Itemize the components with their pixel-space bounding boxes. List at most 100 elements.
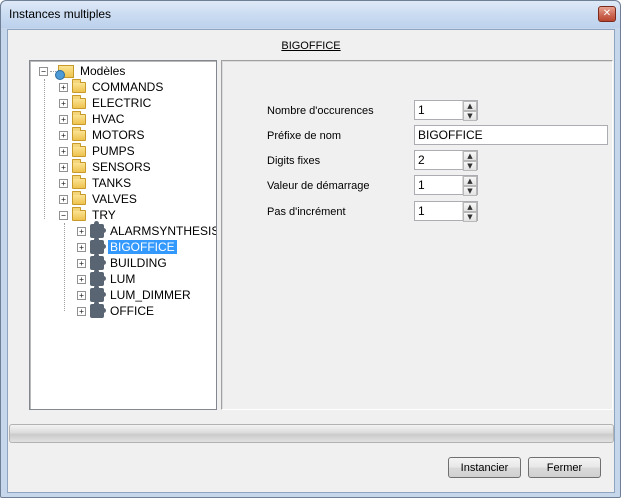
expand-icon[interactable]: + xyxy=(59,114,68,124)
tree-node-root[interactable]: − Modèles xyxy=(39,63,127,80)
tree-node-folder[interactable]: + PUMPS xyxy=(59,142,137,159)
folder-icon xyxy=(72,158,86,173)
expand-icon[interactable]: + xyxy=(59,130,68,140)
collapse-icon[interactable]: − xyxy=(59,210,68,220)
folder-icon xyxy=(72,142,86,157)
folder-icon xyxy=(72,174,86,189)
folder-icon xyxy=(72,126,86,141)
tree-node-folder[interactable]: + TANKS xyxy=(59,174,133,191)
tree-node-label: TANKS xyxy=(92,176,132,190)
tree-node-label: LUM_DIMMER xyxy=(110,288,191,302)
close-button[interactable]: Fermer xyxy=(528,457,601,478)
occurrences-value[interactable]: 1 xyxy=(415,103,462,117)
spin-buttons: ▲ ▼ xyxy=(462,176,477,196)
spin-down-icon[interactable]: ▼ xyxy=(463,186,477,196)
expand-icon[interactable]: + xyxy=(77,290,86,300)
spin-up-icon[interactable]: ▲ xyxy=(463,202,477,212)
tree-node-folder[interactable]: + ELECTRIC xyxy=(59,94,153,111)
expand-icon[interactable]: + xyxy=(77,306,86,316)
start-value[interactable]: 1 xyxy=(415,178,462,192)
expand-icon[interactable]: + xyxy=(77,258,86,268)
expand-icon[interactable]: + xyxy=(59,162,68,172)
tree-node-label: BUILDING xyxy=(110,256,167,270)
digits-stepper[interactable]: 2 ▲ ▼ xyxy=(414,150,478,171)
instantiate-button[interactable]: Instancier xyxy=(448,457,521,478)
start-value-label: Valeur de démarrage xyxy=(267,180,370,192)
tree-node-label: ELECTRIC xyxy=(92,96,152,110)
tree-node-label-selected: BIGOFFICE xyxy=(108,240,177,254)
tree-connector xyxy=(64,223,65,311)
tree-node-label: VALVES xyxy=(92,192,137,206)
start-value-stepper[interactable]: 1 ▲ ▼ xyxy=(414,175,478,196)
puzzle-icon xyxy=(90,237,106,254)
occurrences-stepper[interactable]: 1 ▲ ▼ xyxy=(414,100,478,121)
title-bar[interactable]: Instances multiples ✕ xyxy=(1,1,620,28)
step-value[interactable]: 1 xyxy=(415,204,462,218)
occurrences-label: Nombre d'occurences xyxy=(267,105,374,117)
tree-node-folder[interactable]: + SENSORS xyxy=(59,158,153,175)
tree-node-label: SENSORS xyxy=(92,160,151,174)
progress-bar xyxy=(9,424,614,443)
spin-down-icon[interactable]: ▼ xyxy=(463,111,477,121)
folder-icon xyxy=(72,94,86,109)
tree-connector xyxy=(44,79,45,219)
step-stepper[interactable]: 1 ▲ ▼ xyxy=(414,201,478,222)
spin-up-icon[interactable]: ▲ xyxy=(463,176,477,186)
selected-model-title: BIGOFFICE xyxy=(281,40,341,52)
close-icon[interactable]: ✕ xyxy=(598,6,616,22)
expand-icon[interactable]: + xyxy=(77,242,86,252)
step-label: Pas d'incrément xyxy=(267,206,346,218)
expand-icon[interactable]: + xyxy=(77,226,86,236)
tree-node-model[interactable]: + BUILDING xyxy=(77,253,169,271)
tree-node-folder[interactable]: + HVAC xyxy=(59,110,126,127)
tree-node-label: ALARMSYNTHESIS xyxy=(110,224,217,238)
digits-value[interactable]: 2 xyxy=(415,153,462,167)
puzzle-icon xyxy=(90,285,106,302)
prefix-input[interactable]: BIGOFFICE xyxy=(414,125,608,145)
properties-panel: Nombre d'occurences 1 ▲ ▼ Préfixe de nom… xyxy=(221,60,613,410)
tree-node-model[interactable]: + BIGOFFICE xyxy=(77,237,177,255)
tree-node-folder[interactable]: + MOTORS xyxy=(59,126,146,143)
spin-buttons: ▲ ▼ xyxy=(462,151,477,171)
tree-node-label: PUMPS xyxy=(92,144,135,158)
expand-icon[interactable]: + xyxy=(59,194,68,204)
puzzle-icon xyxy=(90,301,106,318)
prefix-label: Préfixe de nom xyxy=(267,130,341,142)
tree-node-folder[interactable]: − TRY xyxy=(59,206,118,223)
tree-node-label: TRY xyxy=(92,208,116,222)
puzzle-icon xyxy=(90,269,106,286)
dialog-client-area: BIGOFFICE − Modèles + COMMANDS + ELECTRI… xyxy=(7,29,615,493)
dialog-window: Instances multiples ✕ BIGOFFICE − Modèle… xyxy=(0,0,621,498)
tree-node-folder[interactable]: + COMMANDS xyxy=(59,78,165,95)
tree-node-label: LUM xyxy=(110,272,136,286)
expand-icon[interactable]: + xyxy=(59,82,68,92)
tree-node-label: MOTORS xyxy=(92,128,145,142)
tree-node-folder[interactable]: + VALVES xyxy=(59,190,139,207)
spin-up-icon[interactable]: ▲ xyxy=(463,151,477,161)
model-tree[interactable]: − Modèles + COMMANDS + ELECTRIC + HVAC +… xyxy=(29,60,217,410)
window-title: Instances multiples xyxy=(9,7,112,21)
tree-node-model[interactable]: + LUM xyxy=(77,269,137,287)
tree-node-model[interactable]: + OFFICE xyxy=(77,301,156,319)
tree-node-label: OFFICE xyxy=(110,304,154,318)
spin-up-icon[interactable]: ▲ xyxy=(463,101,477,111)
folder-icon xyxy=(72,78,86,93)
tree-node-label: Modèles xyxy=(80,64,126,78)
expand-icon[interactable]: + xyxy=(59,178,68,188)
folder-icon xyxy=(72,110,86,125)
folder-icon xyxy=(72,190,86,205)
spin-down-icon[interactable]: ▼ xyxy=(463,161,477,171)
tree-node-label: COMMANDS xyxy=(92,80,164,94)
folder-icon xyxy=(72,206,86,221)
models-root-icon xyxy=(55,64,74,80)
digits-label: Digits fixes xyxy=(267,155,321,167)
spin-down-icon[interactable]: ▼ xyxy=(463,212,477,222)
expand-icon[interactable]: + xyxy=(77,274,86,284)
expand-icon[interactable]: + xyxy=(59,98,68,108)
puzzle-icon xyxy=(90,253,106,270)
tree-node-label: HVAC xyxy=(92,112,125,126)
collapse-icon[interactable]: − xyxy=(39,66,48,76)
spin-buttons: ▲ ▼ xyxy=(462,101,477,121)
puzzle-icon xyxy=(90,221,106,238)
expand-icon[interactable]: + xyxy=(59,146,68,156)
